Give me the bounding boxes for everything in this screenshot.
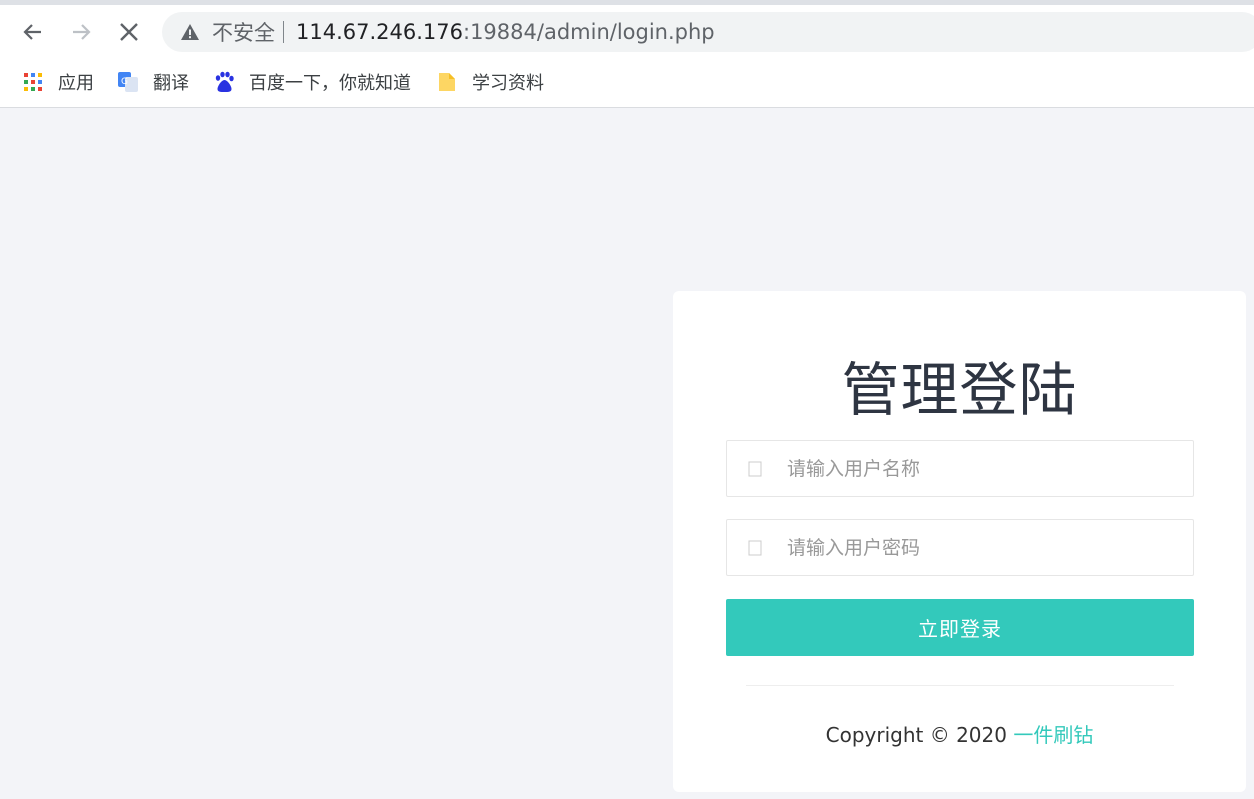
lock-icon — [748, 540, 762, 556]
bookmark-label: 百度一下，你就知道 — [249, 73, 411, 94]
svg-text:G: G — [121, 77, 128, 87]
bookmark-label: 学习资料 — [472, 73, 544, 94]
apps-grid-icon — [22, 71, 44, 93]
google-translate-icon: G — [117, 71, 139, 93]
bookmark-baidu[interactable]: 百度一下，你就知道 — [213, 68, 411, 96]
copyright-text: Copyright © 2020 — [825, 723, 1014, 747]
arrow-left-icon — [23, 24, 41, 40]
address-bar[interactable]: 不安全 114.67.246.176 :19884/admin/login.ph… — [162, 12, 1254, 52]
url-path: :19884/admin/login.php — [463, 20, 715, 44]
copyright: Copyright © 2020 一件刷钻 — [673, 719, 1246, 748]
not-secure-label: 不安全 — [212, 21, 275, 45]
close-icon — [120, 23, 138, 41]
bookmark-study-folder[interactable]: 学习资料 — [436, 68, 544, 96]
password-field[interactable] — [726, 519, 1194, 576]
baidu-paw-icon — [213, 71, 235, 93]
warning-icon — [180, 22, 200, 42]
bookmark-apps[interactable]: 应用 — [22, 68, 94, 96]
username-input[interactable] — [785, 447, 1179, 490]
login-title: 管理登陆 — [841, 356, 1078, 424]
bookmark-label: 翻译 — [153, 73, 189, 94]
bookmarks-bar: 应用 G 翻译 百度一下，你就知道 学习资料 — [0, 60, 1254, 108]
back-button[interactable] — [18, 15, 48, 49]
forward-button[interactable] — [66, 15, 96, 49]
username-field[interactable] — [726, 440, 1194, 497]
bookmark-translate[interactable]: G 翻译 — [117, 68, 189, 96]
user-icon — [748, 461, 762, 477]
bookmark-label: 应用 — [58, 73, 94, 94]
stop-loading-button[interactable] — [114, 15, 144, 49]
password-input[interactable] — [785, 526, 1179, 569]
copyright-site-link[interactable]: 一件刷钻 — [1013, 723, 1093, 747]
footer-divider — [746, 685, 1174, 686]
url-host: 114.67.246.176 — [296, 20, 463, 44]
arrow-right-icon — [73, 24, 91, 40]
address-separator — [283, 21, 284, 43]
browser-toolbar: 不安全 114.67.246.176 :19884/admin/login.ph… — [0, 5, 1254, 60]
login-card: 管理登陆 立即登录 Copyright © 2020 一件刷钻 — [673, 291, 1246, 792]
folder-icon — [436, 71, 458, 93]
login-button[interactable]: 立即登录 — [726, 599, 1194, 656]
